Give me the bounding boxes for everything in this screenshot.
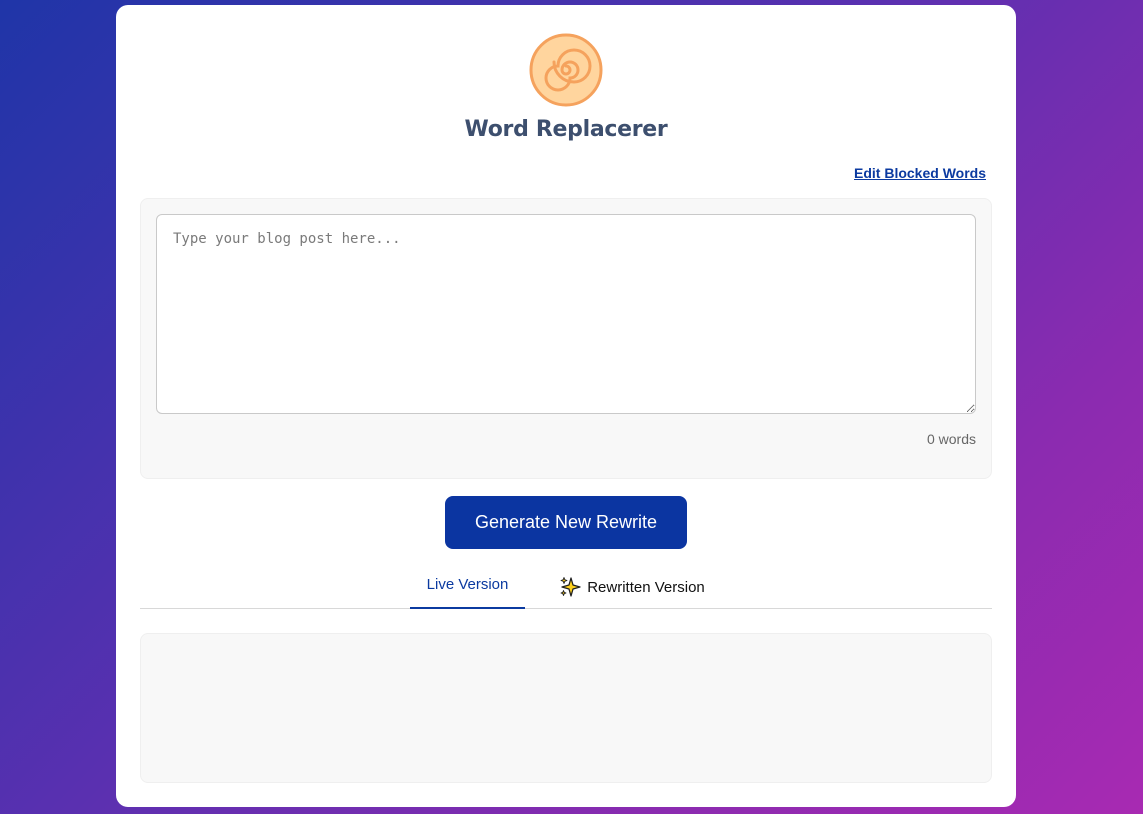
sparkles-icon bbox=[560, 577, 581, 597]
tab-live-version[interactable]: Live Version bbox=[410, 565, 525, 609]
word-count: 0 words bbox=[926, 431, 976, 447]
edit-blocked-words-link[interactable]: Edit Blocked Words bbox=[854, 165, 986, 181]
tab-rewritten-version[interactable]: Rewritten Version bbox=[552, 565, 712, 609]
tab-live-version-label: Live Version bbox=[426, 575, 509, 593]
blog-post-input[interactable] bbox=[156, 214, 976, 414]
tab-rewritten-version-label: Rewritten Version bbox=[587, 578, 705, 596]
generate-rewrite-button[interactable]: Generate New Rewrite bbox=[445, 496, 687, 549]
app-title: Word Replacerer bbox=[464, 117, 668, 142]
swirl-icon bbox=[529, 33, 603, 107]
output-panel bbox=[140, 633, 992, 783]
main-card: Word Replacerer Edit Blocked Words 0 wor… bbox=[116, 5, 1016, 807]
version-tabs: Live Version Rewritten Version bbox=[140, 565, 992, 609]
editor-panel: 0 words bbox=[140, 198, 992, 479]
